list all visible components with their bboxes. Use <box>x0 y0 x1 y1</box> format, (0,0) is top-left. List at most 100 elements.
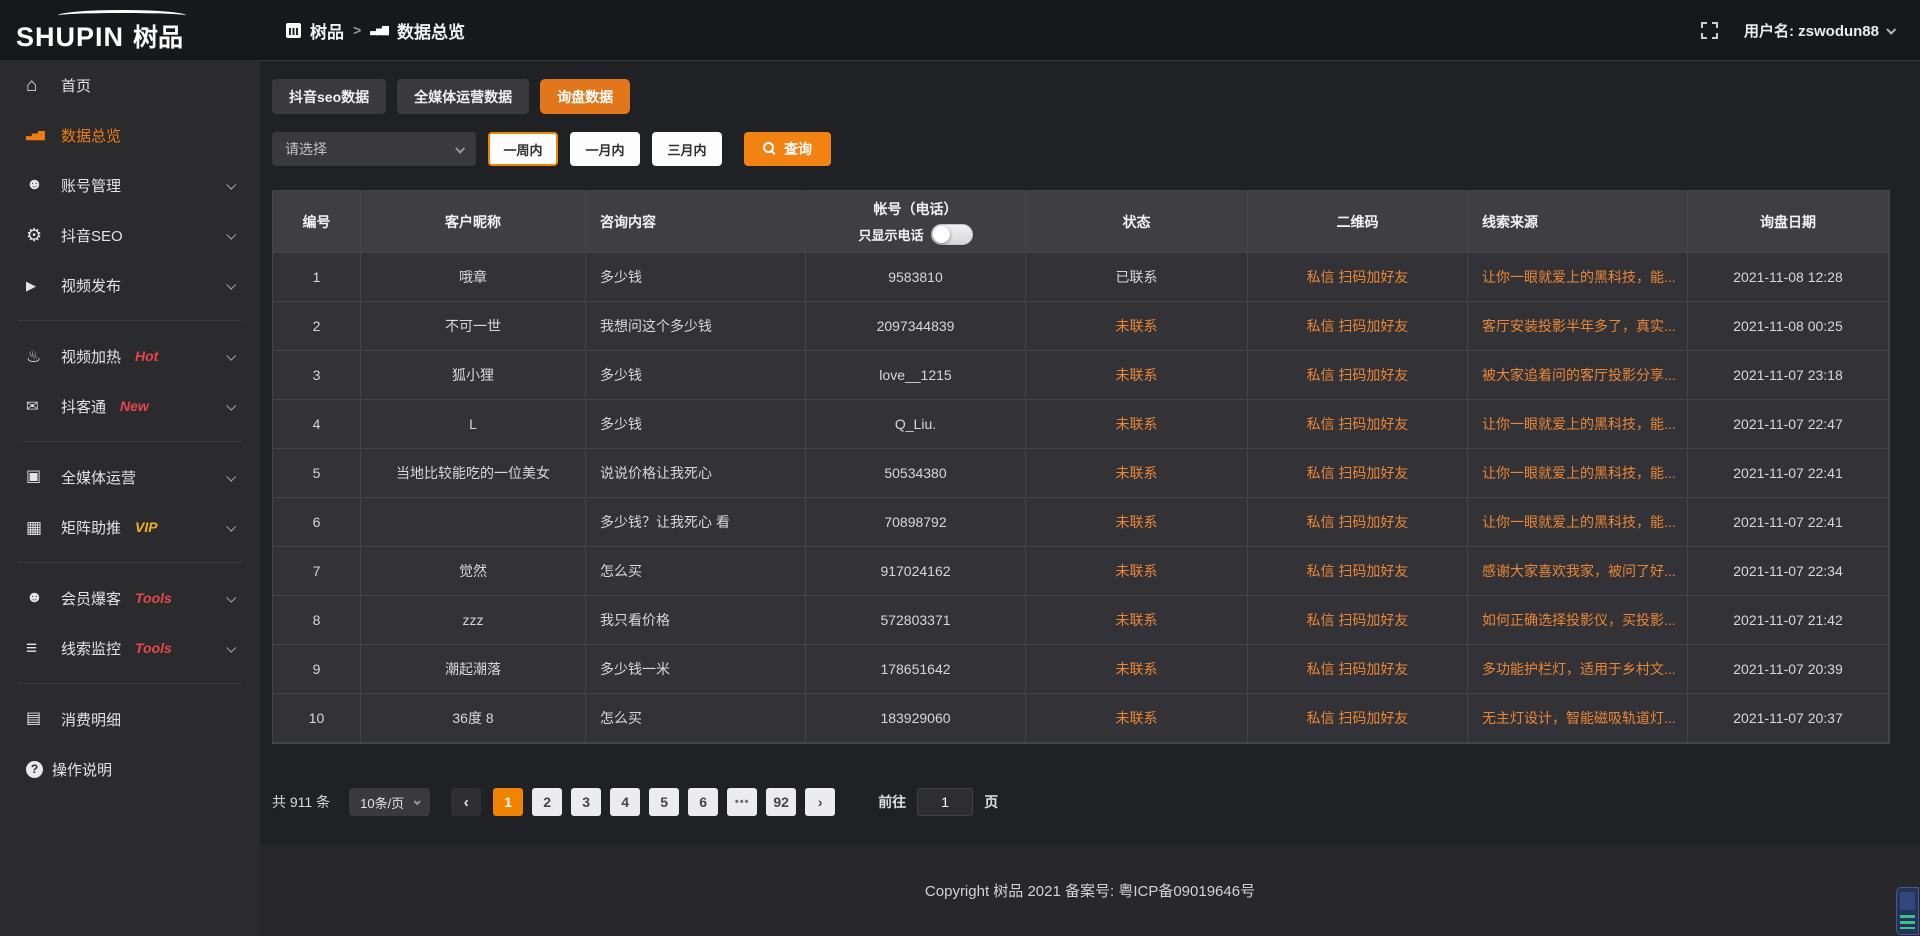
query-button[interactable]: 查询 <box>744 132 831 166</box>
page-button[interactable]: 5 <box>649 788 679 816</box>
sidebar-item-badge: New <box>120 398 149 414</box>
sidebar-item[interactable]: 抖客通 New <box>0 381 260 431</box>
page-size-select[interactable]: 10条/页 <box>349 788 430 816</box>
sidebar-item-group: 线索监控 Tools <box>0 623 260 684</box>
tab-button[interactable]: 询盘数据 <box>540 79 630 114</box>
cell-qrcode-link[interactable]: 私信 扫码加好友 <box>1248 253 1468 302</box>
fullscreen-icon[interactable] <box>1701 22 1718 39</box>
cell-qrcode-link[interactable]: 私信 扫码加好友 <box>1248 449 1468 498</box>
sidebar-item[interactable]: 消费明细 <box>0 694 260 744</box>
table-row: 9 潮起潮落 多少钱一米 178651642 未联系 私信 扫码加好友 多功能护… <box>273 645 1889 694</box>
cell-qrcode-link[interactable]: 私信 扫码加好友 <box>1248 498 1468 547</box>
sidebar-item-label: 矩阵助推 <box>61 517 121 538</box>
sidebar-item-label: 全媒体运营 <box>61 467 136 488</box>
sidebar-item[interactable]: 视频发布 <box>0 260 260 310</box>
cell-source-link[interactable]: 多功能护栏灯，适用于乡村文... <box>1468 645 1688 694</box>
cell-qrcode-link[interactable]: 私信 扫码加好友 <box>1248 547 1468 596</box>
cell-id: 9 <box>273 645 361 694</box>
table-row: 5 当地比较能吃的一位美女 说说价格让我死心 50534380 未联系 私信 扫… <box>273 449 1889 498</box>
sidebar-item[interactable]: 首页 <box>0 60 260 110</box>
cell-status: 未联系 <box>1026 449 1248 498</box>
page-size-value: 10条/页 <box>360 793 404 812</box>
cell-source-link[interactable]: 让你一眼就爱上的黑科技，能... <box>1468 253 1688 302</box>
breadcrumb-root[interactable]: 树品 <box>310 18 344 43</box>
cell-source-link[interactable]: 让你一眼就爱上的黑科技，能... <box>1468 449 1688 498</box>
cell-nickname: 狐小狸 <box>361 351 586 400</box>
sidebar-item[interactable]: 会员爆客 Tools <box>0 573 260 623</box>
user-menu[interactable]: 用户名: zswodun88 <box>1744 20 1894 41</box>
sidebar-item-label: 视频发布 <box>61 275 121 296</box>
chevron-down-icon <box>226 179 236 189</box>
page-button[interactable]: 3 <box>571 788 601 816</box>
cell-account: 178651642 <box>806 645 1026 694</box>
sidebar-item[interactable]: 抖音SEO <box>0 210 260 260</box>
cell-content: 多少钱？让我死心 看 <box>586 498 806 547</box>
table-header: 编号 客户昵称 咨询内容 帐号（电话） 只显示电话 状态 二维码 线索来源 询盘… <box>273 191 1889 253</box>
page-button[interactable]: 6 <box>688 788 718 816</box>
page-button[interactable]: 4 <box>610 788 640 816</box>
page-button[interactable]: ••• <box>727 788 757 816</box>
cell-status: 未联系 <box>1026 302 1248 351</box>
sidebar-item-label: 账号管理 <box>61 175 121 196</box>
chevron-down-icon <box>226 279 236 289</box>
cell-status: 未联系 <box>1026 400 1248 449</box>
tab-button[interactable]: 抖音seo数据 <box>272 79 386 114</box>
sidebar-item-label: 消费明细 <box>61 709 121 730</box>
sidebar-item[interactable]: 账号管理 <box>0 160 260 210</box>
col-account-header: 帐号（电话） 只显示电话 <box>806 191 1026 253</box>
main-content: 抖音seo数据全媒体运营数据询盘数据 请选择 一周内一月内三月内 查询 编号 客… <box>260 60 1920 845</box>
sidebar-item-group: 视频发布 <box>0 260 260 321</box>
cell-qrcode-link[interactable]: 私信 扫码加好友 <box>1248 645 1468 694</box>
sidebar-item-label: 数据总览 <box>61 125 121 146</box>
logo-text-en: SHUPIN <box>16 22 124 53</box>
sidebar-item-label: 操作说明 <box>52 759 112 780</box>
range-button[interactable]: 一周内 <box>488 132 558 166</box>
cell-status: 未联系 <box>1026 645 1248 694</box>
sidebar-item[interactable]: 矩阵助推 VIP <box>0 502 260 552</box>
data-table: 编号 客户昵称 咨询内容 帐号（电话） 只显示电话 状态 二维码 线索来源 询盘… <box>272 190 1890 744</box>
sidebar-item[interactable]: 操作说明 <box>0 744 260 794</box>
cell-date: 2021-11-08 00:25 <box>1688 302 1889 351</box>
filter-select[interactable]: 请选择 <box>272 132 476 166</box>
goto-page-input[interactable] <box>917 788 973 816</box>
sidebar-item[interactable]: 全媒体运营 <box>0 452 260 502</box>
cell-source-link[interactable]: 客厅安装投影半年多了，真实... <box>1468 302 1688 351</box>
cell-qrcode-link[interactable]: 私信 扫码加好友 <box>1248 694 1468 743</box>
sidebar-item[interactable]: 视频加热 Hot <box>0 331 260 381</box>
cell-qrcode-link[interactable]: 私信 扫码加好友 <box>1248 596 1468 645</box>
pagination: 共 911 条 10条/页 ‹ 123456•••92 › 前往 页 <box>272 788 1888 816</box>
chevron-down-icon <box>226 350 236 360</box>
range-button[interactable]: 三月内 <box>652 132 722 166</box>
floating-widget[interactable] <box>1896 887 1919 935</box>
cell-source-link[interactable]: 无主灯设计，智能磁吸轨道灯... <box>1468 694 1688 743</box>
cell-content: 怎么买 <box>586 694 806 743</box>
sidebar-item[interactable]: 数据总览 <box>0 110 260 160</box>
sidebar-item[interactable]: 线索监控 Tools <box>0 623 260 673</box>
page-button-group: 123456 ••• 92 <box>493 788 796 816</box>
cell-content: 说说价格让我死心 <box>586 449 806 498</box>
cell-qrcode-link[interactable]: 私信 扫码加好友 <box>1248 302 1468 351</box>
sidebar-item-group: 消费明细 <box>0 694 260 744</box>
cell-source-link[interactable]: 感谢大家喜欢我家，被问了好... <box>1468 547 1688 596</box>
tab-button[interactable]: 全媒体运营数据 <box>397 79 529 114</box>
cell-source-link[interactable]: 如何正确选择投影仪，买投影... <box>1468 596 1688 645</box>
cell-date: 2021-11-07 23:18 <box>1688 351 1889 400</box>
cell-source-link[interactable]: 被大家追着问的客厅投影分享... <box>1468 351 1688 400</box>
page-button[interactable]: 2 <box>532 788 562 816</box>
prev-page-button[interactable]: ‹ <box>451 788 481 816</box>
sidebar: 首页 数据总览 账号管理 抖音SE <box>0 60 260 936</box>
cell-content: 怎么买 <box>586 547 806 596</box>
account-header-title: 帐号（电话） <box>874 199 958 219</box>
cell-qrcode-link[interactable]: 私信 扫码加好友 <box>1248 351 1468 400</box>
page-button[interactable]: 1 <box>493 788 523 816</box>
sidebar-item-group: 会员爆客 Tools <box>0 573 260 623</box>
cell-qrcode-link[interactable]: 私信 扫码加好友 <box>1248 400 1468 449</box>
chevron-down-icon <box>1886 24 1896 34</box>
cell-source-link[interactable]: 让你一眼就爱上的黑科技，能... <box>1468 400 1688 449</box>
next-page-button[interactable]: › <box>805 788 835 816</box>
phone-only-toggle[interactable] <box>931 224 973 245</box>
cell-source-link[interactable]: 让你一眼就爱上的黑科技，能... <box>1468 498 1688 547</box>
cell-id: 10 <box>273 694 361 743</box>
page-button[interactable]: 92 <box>766 788 796 816</box>
range-button[interactable]: 一月内 <box>570 132 640 166</box>
